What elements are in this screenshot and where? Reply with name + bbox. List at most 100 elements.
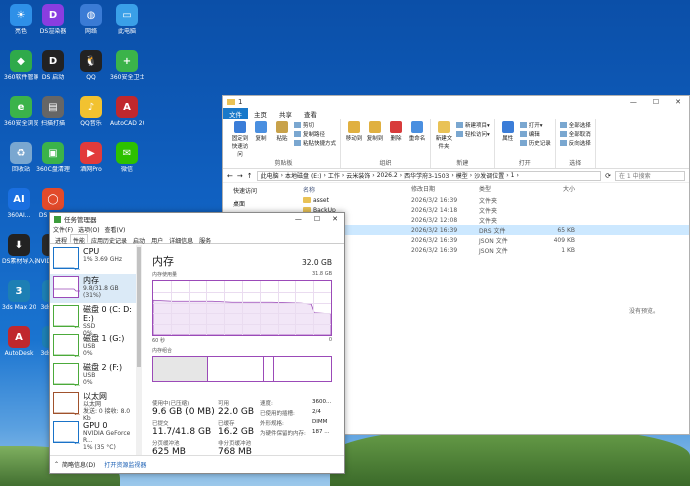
- close-icon[interactable]: ✕: [332, 215, 338, 223]
- ribbon-small-button[interactable]: 全部取消: [559, 130, 591, 138]
- desktop-icon[interactable]: 3 3ds Max 2026: [2, 280, 36, 311]
- sidebar-item[interactable]: 内存 9.8/31.8 GB (31%): [50, 274, 136, 303]
- nav-item[interactable]: 快速访问: [223, 184, 295, 197]
- open-resource-monitor-link[interactable]: 打开资源监视器: [104, 460, 146, 469]
- ribbon-button[interactable]: 删除: [387, 121, 405, 158]
- ribbon-tab[interactable]: 共享: [273, 108, 298, 119]
- menu-item[interactable]: 选项(O): [78, 225, 99, 234]
- column-date[interactable]: 修改日期: [411, 184, 479, 194]
- sidebar-item[interactable]: 磁盘 1 (G:) USB 0%: [50, 332, 136, 361]
- ribbon-tab[interactable]: 文件: [223, 108, 248, 119]
- ribbon-tab[interactable]: 查看: [298, 108, 323, 119]
- file-row[interactable]: info.json2026/3/2 16:39JSON 文件409 KB: [301, 235, 689, 245]
- minimize-icon[interactable]: —: [630, 98, 637, 106]
- file-row[interactable]: 2026/3/2 16:39 JSON 文件 1 KB: [301, 245, 689, 255]
- column-type[interactable]: 类型: [479, 184, 535, 194]
- tab[interactable]: 服务: [196, 234, 214, 245]
- up-icon[interactable]: ↑: [247, 172, 253, 180]
- fewer-details-link[interactable]: 简略信息(D): [62, 460, 95, 469]
- ribbon-button[interactable]: 属性: [499, 121, 517, 158]
- desktop-icon[interactable]: D DS 启动: [36, 50, 70, 81]
- ribbon-tab[interactable]: 主页: [248, 108, 273, 119]
- desktop-icon[interactable]: +360安全卫士: [110, 50, 144, 81]
- desktop-icon[interactable]: ◆ 360软件管家: [4, 50, 38, 81]
- tab[interactable]: 应用历史记录: [88, 234, 130, 245]
- address-crumb[interactable]: 西华学府3-1503: [404, 171, 449, 180]
- desktop-icon[interactable]: e 360安全浏览器: [4, 96, 38, 127]
- taskmanager-titlebar[interactable]: 任务管理器 — ☐ ✕: [50, 213, 344, 225]
- scrollbar-thumb[interactable]: [137, 247, 141, 367]
- ribbon-small-button[interactable]: 打开▾: [519, 121, 551, 129]
- tab[interactable]: 性能: [70, 234, 89, 245]
- forward-icon[interactable]: →: [237, 172, 243, 180]
- desktop-icon[interactable]: ♻ 回收站: [4, 142, 38, 173]
- address-crumb[interactable]: 此电脑: [261, 171, 279, 180]
- file-row[interactable]: 2026/3/2 12:08 文件夹: [301, 215, 689, 225]
- tab[interactable]: 用户: [148, 234, 166, 245]
- ribbon-small-button[interactable]: 反向选择: [559, 139, 591, 147]
- desktop-icon[interactable]: ◍ 网络: [74, 4, 108, 35]
- sidebar-item[interactable]: 磁盘 2 (F:) USB 0%: [50, 361, 136, 390]
- ribbon-button[interactable]: 移动到: [345, 121, 363, 158]
- column-size[interactable]: 大小: [535, 184, 575, 194]
- desktop-icon[interactable]: AI 360AI...: [2, 188, 36, 219]
- ribbon-button[interactable]: 固定到快速访问: [231, 121, 249, 158]
- file-row[interactable]: 2026/3/2 16:39 DRS 文件 65 KB: [301, 225, 689, 235]
- address-crumb[interactable]: 1: [511, 172, 515, 179]
- ribbon-small-button[interactable]: 历史记录: [519, 139, 551, 147]
- ribbon-small-button[interactable]: 轻松访问▾: [456, 130, 490, 138]
- minimize-icon[interactable]: —: [295, 215, 302, 223]
- sidebar-item[interactable]: GPU 0 NVIDIA GeForce R... 1% (35 °C): [50, 419, 136, 451]
- file-row[interactable]: asset 2026/3/2 16:39 文件夹: [301, 195, 689, 205]
- sidebar-item[interactable]: CPU 1% 3.69 GHz: [50, 245, 136, 274]
- address-path[interactable]: 此电脑 › 本地磁盘 (E:) › 工作 › 云米装饰 › 2026.2 › 西华学府3-1503 ›…: [256, 170, 602, 181]
- ribbon-button[interactable]: 复制: [252, 121, 270, 158]
- file-row[interactable]: BackUp 2026/3/2 14:18 文件夹: [301, 205, 689, 215]
- tab[interactable]: 详细信息: [166, 234, 196, 245]
- desktop-icon[interactable]: ▭ 此电脑: [110, 4, 144, 35]
- desktop-icon[interactable]: D DS渲染器: [36, 4, 70, 35]
- desktop-icon[interactable]: ♪ QQ音乐: [74, 96, 108, 127]
- address-crumb[interactable]: 本地磁盘 (E:): [285, 171, 321, 180]
- refresh-icon[interactable]: ⟳: [605, 172, 611, 180]
- desktop-icon[interactable]: A AutoCAD 2014 - 简体: [110, 96, 144, 127]
- ribbon-button[interactable]: 新建文件夹: [435, 121, 453, 158]
- desktop-icon[interactable]: 🐧 QQ: [74, 50, 108, 81]
- close-icon[interactable]: ✕: [675, 98, 681, 106]
- menu-item[interactable]: 查看(V): [105, 225, 126, 234]
- maximize-icon[interactable]: ☐: [314, 215, 320, 223]
- nav-item[interactable]: 桌面: [223, 197, 295, 210]
- ribbon-button[interactable]: 复制到: [366, 121, 384, 158]
- ribbon-button[interactable]: 重命名: [408, 121, 426, 158]
- menu-item[interactable]: 文件(F): [53, 225, 73, 234]
- desktop-icon[interactable]: ⬇ DS素材导入器: [2, 234, 36, 265]
- ribbon-small-button[interactable]: 编辑: [519, 130, 551, 138]
- address-crumb[interactable]: 2026.2: [377, 172, 398, 179]
- maximize-icon[interactable]: ☐: [653, 98, 659, 106]
- search-input[interactable]: 在 1 中搜索: [615, 170, 685, 181]
- sidebar-item[interactable]: 以太网 以太网 发送: 0 接收: 8.0 Kb: [50, 390, 136, 422]
- explorer-titlebar[interactable]: 1 — ☐ ✕: [223, 96, 689, 108]
- desktop-icon[interactable]: ▣ 360C盘清理: [36, 142, 70, 173]
- desktop-icon[interactable]: ✉ 微信: [110, 142, 144, 173]
- ribbon-small-button[interactable]: 复制路径: [294, 130, 336, 138]
- desktop-icon[interactable]: ☀ 亮色: [4, 4, 38, 35]
- desktop-icon[interactable]: A AutoDesk: [2, 326, 36, 357]
- address-crumb[interactable]: 云米装饰: [346, 171, 370, 180]
- task-manager-window[interactable]: 任务管理器 — ☐ ✕ 文件(F) 选项(O) 查看(V) 进程 性能 应用历史记录 启动…: [49, 212, 345, 474]
- tab[interactable]: 进程: [52, 234, 70, 245]
- tab[interactable]: 启动: [130, 234, 148, 245]
- column-name[interactable]: 名称: [301, 184, 411, 194]
- desktop-icon[interactable]: ▶ 酒网Pro: [74, 142, 108, 173]
- back-icon[interactable]: ←: [227, 172, 233, 180]
- ribbon-small-button[interactable]: 新建项目▾: [456, 121, 490, 129]
- ribbon-small-button[interactable]: 全部选择: [559, 121, 591, 129]
- address-crumb[interactable]: 工作: [328, 171, 340, 180]
- sidebar-scrollbar[interactable]: [136, 245, 142, 455]
- ribbon-button[interactable]: 粘贴: [273, 121, 291, 158]
- address-crumb[interactable]: 沙发调位置: [474, 171, 504, 180]
- sidebar-item[interactable]: 磁盘 0 (C: D: E:) SSD 0%: [50, 303, 136, 337]
- ribbon-small-button[interactable]: 粘贴快捷方式: [294, 139, 336, 147]
- address-crumb[interactable]: 模型: [456, 171, 468, 180]
- chevron-up-icon[interactable]: ⌃: [54, 461, 59, 468]
